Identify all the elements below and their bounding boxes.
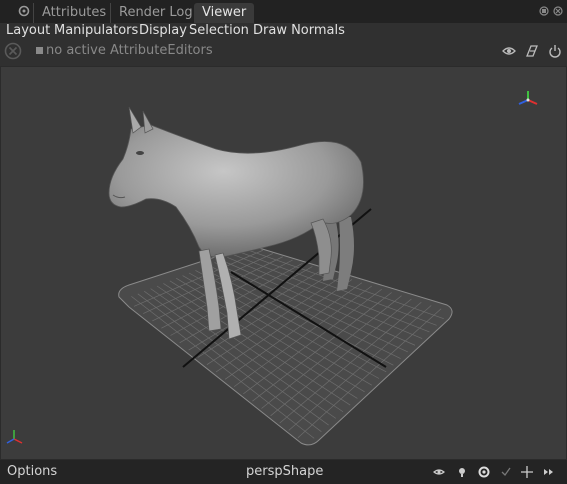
- scene-canvas: [6, 91, 538, 446]
- menu-draw-normals[interactable]: Draw Normals: [253, 23, 345, 39]
- menu-display[interactable]: Display: [139, 23, 187, 39]
- status-text: no active AttributeEditors: [46, 43, 213, 58]
- fast-forward-icon[interactable]: [542, 465, 556, 479]
- eye-icon[interactable]: [432, 465, 446, 479]
- float-icon[interactable]: [539, 6, 549, 16]
- gear-icon[interactable]: [18, 5, 30, 17]
- menu-bar: Layout Manipulators Display Selection Dr…: [0, 23, 567, 39]
- move-icon[interactable]: [520, 465, 534, 479]
- menu-layout[interactable]: Layout: [6, 23, 50, 39]
- status-indicator: [36, 47, 43, 54]
- tab-render-log[interactable]: Render Log: [110, 3, 201, 23]
- view-gizmo[interactable]: [518, 91, 538, 105]
- ground-grid: [118, 208, 453, 446]
- close-circle-icon[interactable]: [4, 42, 22, 60]
- close-icon[interactable]: [553, 6, 563, 16]
- camera-name[interactable]: perspShape: [246, 464, 323, 479]
- tab-attributes[interactable]: Attributes: [33, 3, 114, 23]
- gear-icon[interactable]: [477, 465, 491, 479]
- tab-viewer[interactable]: Viewer: [194, 3, 255, 23]
- power-icon[interactable]: [548, 44, 562, 58]
- options-button[interactable]: Options: [7, 464, 57, 479]
- bottom-bar: Options perspShape: [0, 460, 567, 484]
- tab-bar: Attributes Render Log Viewer: [0, 0, 567, 23]
- toolbar: no active AttributeEditors: [0, 39, 567, 66]
- light-icon[interactable]: [455, 465, 469, 479]
- eye-icon[interactable]: [502, 44, 516, 58]
- render-icon[interactable]: [525, 44, 539, 58]
- axis-indicator: [6, 430, 23, 444]
- menu-selection[interactable]: Selection: [189, 23, 249, 39]
- menu-manipulators[interactable]: Manipulators: [54, 23, 138, 39]
- check-icon[interactable]: [499, 465, 513, 479]
- viewport-3d[interactable]: [1, 67, 566, 459]
